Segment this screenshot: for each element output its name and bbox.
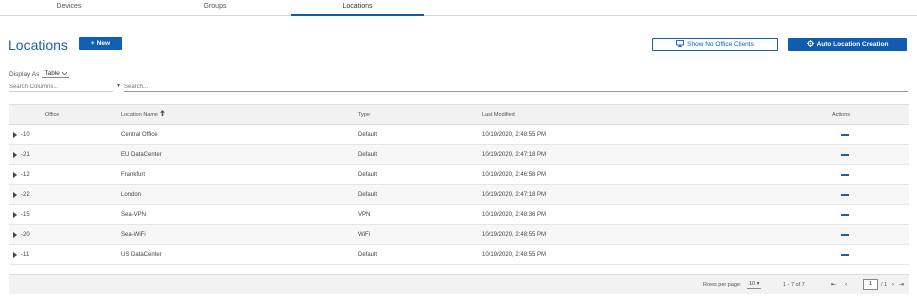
table-row: -11 US DataCenter Default 10/19/2020, 2:… [9,245,909,265]
actions-menu-icon[interactable] [841,154,849,156]
location-name-cell: London [121,192,142,198]
display-as: Display As Table [9,70,69,78]
actions-menu-icon[interactable] [841,254,849,256]
actions-menu-icon[interactable] [841,134,849,136]
locations-table: Office Location Name Type Last Modified … [9,104,909,265]
table-row: -10 Central Office Default 10/19/2020, 2… [9,125,909,145]
tab-devices[interactable]: Devices [0,0,138,16]
page-number-input[interactable]: 1 [863,279,878,290]
auto-location-label: Auto Location Creation [816,41,889,48]
caret-down-icon[interactable]: ▼ [116,83,121,89]
monitor-icon [676,40,685,49]
type-cell: WiFi [358,232,370,238]
office-cell: -21 [21,152,30,158]
actions-menu-icon[interactable] [841,174,849,176]
page-title: Locations [8,37,68,53]
previous-page-icon[interactable]: ‹ [845,275,847,295]
expand-row-icon[interactable] [13,252,17,258]
last-modified-cell: 10/19/2020, 2:47:18 PM [482,152,547,158]
column-header-office[interactable]: Office [45,105,59,126]
table-header: Office Location Name Type Last Modified … [9,104,909,125]
type-cell: VPN [358,212,371,218]
expand-row-icon[interactable] [13,232,17,238]
column-header-last-modified[interactable]: Last Modified [482,105,515,126]
last-modified-cell: 10/19/2020, 2:47:18 PM [482,192,547,198]
first-page-icon[interactable]: ⇤ [831,275,836,295]
type-cell: Default [358,252,378,258]
location-name-cell: Sea-VPN [121,212,147,218]
location-name-header-label: Location Name [121,112,158,118]
chevron-down-icon [61,70,68,77]
location-name-cell: US DataCenter [121,252,162,258]
table-row: -22 London Default 10/19/2020, 2:47:18 P… [9,185,909,205]
show-no-office-clients-button[interactable]: Show No Office Clients [652,38,778,51]
auto-location-creation-button[interactable]: Auto Location Creation [788,38,907,51]
pagination-range: 1 - 7 of 7 [783,282,805,288]
location-name-cell: EU DataCenter [121,152,162,158]
table-row: -21 EU DataCenter Default 10/19/2020, 2:… [9,145,909,165]
table-body: -10 Central Office Default 10/19/2020, 2… [9,125,909,265]
office-cell: -20 [21,232,30,238]
expand-row-icon[interactable] [13,192,17,198]
table-row: -12 Frankfurt Default 10/19/2020, 2:46:5… [9,165,909,185]
tab-locations[interactable]: Locations [291,0,424,16]
new-location-button[interactable]: + New [79,37,122,50]
location-name-cell: Frankfurt [121,172,146,178]
type-cell: Default [358,172,378,178]
location-name-cell: Sea-WiFi [121,232,146,238]
last-modified-cell: 10/19/2020, 2:48:55 PM [482,232,547,238]
sort-ascending-icon [159,110,165,118]
rows-per-page-label: Rows per page: [703,282,742,288]
page-total: / 1 [881,282,888,288]
type-cell: Default [358,192,378,198]
chevron-down-icon: ▾ [756,281,760,287]
office-cell: -12 [21,172,30,178]
column-header-type[interactable]: Type [358,105,370,126]
new-button-label: New [96,40,111,47]
expand-row-icon[interactable] [13,152,17,158]
column-header-actions: Actions [832,112,851,118]
actions-menu-icon[interactable] [841,214,849,216]
tab-bar: Devices Groups Locations [0,0,917,16]
expand-row-icon[interactable] [13,172,17,178]
pagination-bar: Rows per page: 10 ▾ 1 - 7 of 7 ⇤ ‹ 1 / 1… [9,274,909,294]
display-as-label: Display As [9,70,40,78]
actions-menu-icon[interactable] [841,234,849,236]
office-cell: -15 [21,212,30,218]
location-name-cell: Central Office [121,132,158,138]
last-page-icon[interactable]: ⇥ [899,275,904,295]
tab-groups[interactable]: Groups [146,0,284,16]
search-columns-input[interactable] [9,82,113,92]
next-page-icon[interactable]: › [892,275,894,295]
display-as-select[interactable]: Table [42,70,69,78]
last-modified-cell: 10/19/2020, 2:48:55 PM [482,132,547,138]
actions-menu-icon[interactable] [841,194,849,196]
office-cell: -22 [21,192,30,198]
display-as-value: Table [44,70,60,77]
rows-per-page-select[interactable]: 10 ▾ [747,279,762,289]
column-header-location-name[interactable]: Location Name [121,105,165,126]
last-modified-cell: 10/19/2020, 2:46:58 PM [482,172,547,178]
office-cell: -11 [21,252,30,258]
plus-icon: + [90,40,95,47]
table-row: -20 Sea-WiFi WiFi 10/19/2020, 2:48:55 PM [9,225,909,245]
expand-row-icon[interactable] [13,212,17,218]
expand-row-icon[interactable] [13,132,17,138]
type-cell: Default [358,152,378,158]
gear-icon [806,40,814,49]
last-modified-cell: 10/19/2020, 2:48:36 PM [482,212,547,218]
show-no-office-label: Show No Office Clients [687,41,754,48]
table-row: -15 Sea-VPN VPN 10/19/2020, 2:48:36 PM [9,205,909,225]
last-modified-cell: 10/19/2020, 2:48:55 PM [482,252,547,258]
search-input[interactable] [124,82,908,92]
type-cell: Default [358,132,378,138]
rows-per-page-value: 10 [749,281,756,287]
office-cell: -10 [21,132,30,138]
